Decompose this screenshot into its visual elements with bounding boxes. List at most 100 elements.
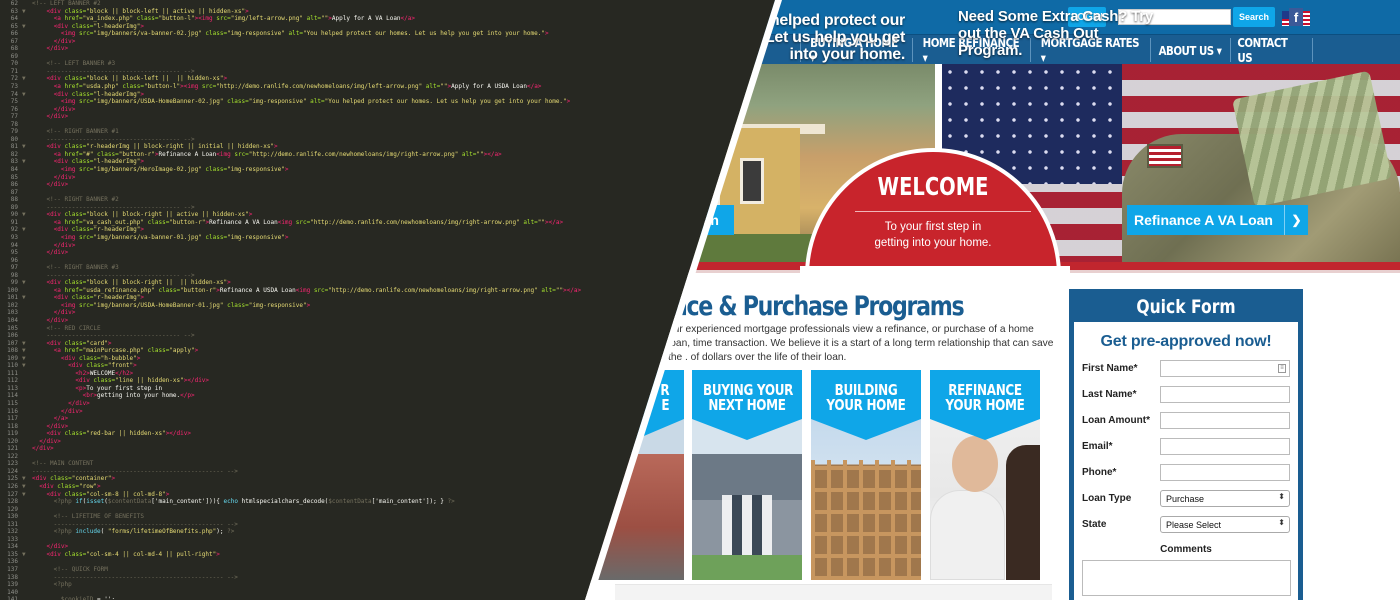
loan-amount-field[interactable] <box>1160 412 1290 429</box>
fold-arrow-icon[interactable]: ▼ <box>22 8 32 16</box>
fold-arrow-icon[interactable]: ▼ <box>22 158 32 166</box>
comments-textarea[interactable] <box>1082 560 1291 596</box>
code-token: > <box>140 158 145 166</box>
line-number: 107 <box>7 339 18 347</box>
code-text: <p>To your first step in <box>32 385 162 393</box>
code-token: <!-- RIGHT BANNER #1 <box>32 128 119 136</box>
code-text: <!-- RED CIRCLE <box>32 325 100 333</box>
code-text: </div> <box>32 181 68 189</box>
code-token: class= <box>64 430 87 438</box>
code-token: class= <box>71 226 94 234</box>
state-value: Please Select <box>1166 519 1222 530</box>
program-card-buying[interactable]: BUYING YOUR NEXT HOME <box>692 370 802 580</box>
code-token: </div> <box>60 407 83 415</box>
program-card-building[interactable]: BUILDING YOUR HOME <box>811 370 921 580</box>
code-token: "img-responsive" <box>227 30 285 38</box>
line-number: 67 <box>10 37 18 45</box>
facebook-icon[interactable]: f <box>1289 8 1303 26</box>
code-token: To your first step in <box>86 384 163 392</box>
woman-figure <box>1006 445 1040 580</box>
code-token: <!-- RIGHT BANNER #2 <box>32 196 119 204</box>
state-select[interactable]: Please Select ⬍ <box>1160 516 1290 533</box>
code-token: "button-r" <box>180 286 217 294</box>
fold-arrow-icon[interactable]: ▼ <box>22 347 32 355</box>
fold-arrow-icon[interactable]: ▼ <box>22 355 32 363</box>
welcome-subtitle-line1: To your first step in <box>884 221 982 233</box>
fold-arrow-icon[interactable]: ▼ <box>22 294 32 302</box>
program-card-refinance[interactable]: REFINANCE YOUR HOME <box>930 370 1040 580</box>
code-token: > <box>140 294 145 302</box>
fold-gutter <box>22 98 32 106</box>
code-token: <div <box>46 7 65 15</box>
search-button[interactable]: Search <box>1233 7 1275 27</box>
autofill-icon[interactable]: ≡ <box>1278 364 1286 373</box>
code-text: <a href="va_cash_out.php" class="button-… <box>32 219 563 227</box>
fold-arrow-icon[interactable]: ▼ <box>22 491 32 499</box>
fold-arrow-icon[interactable]: ▼ <box>22 551 32 559</box>
code-token: "apply" <box>169 347 195 355</box>
fold-arrow-icon[interactable]: ▼ <box>22 75 32 83</box>
welcome-subtitle: To your first step in getting into your … <box>805 219 1061 251</box>
nav-contact-us[interactable]: CONTACT US <box>1237 35 1304 65</box>
phone-field[interactable] <box>1160 464 1290 481</box>
code-token: class= <box>64 7 87 15</box>
fold-arrow-icon[interactable]: ▼ <box>22 211 32 219</box>
code-text: <div class="line || hidden-xs"></div> <box>32 377 209 385</box>
last-name-field[interactable] <box>1160 386 1290 403</box>
fold-arrow-icon[interactable]: ▼ <box>22 279 32 287</box>
code-text: <!-- LIFETIME OF BENEFITS <box>32 513 144 521</box>
code-token: "button-r" <box>118 150 155 158</box>
code-token: getting into your home. <box>97 392 181 400</box>
fold-arrow-icon[interactable]: ▼ <box>22 340 32 348</box>
code-text: <?php include( "forms/lifetimeOfBenefits… <box>32 528 235 536</box>
fold-gutter <box>22 506 32 514</box>
code-token: src= <box>201 83 217 91</box>
code-token: ----------------------------------------… <box>32 520 238 528</box>
code-token: href= <box>64 347 83 355</box>
first-name-field[interactable]: ≡ <box>1160 360 1290 377</box>
code-text: <img src="img/banners/USDA-HomeBanner-01… <box>32 302 310 310</box>
line-number: 93 <box>10 233 18 241</box>
fold-gutter <box>22 249 32 257</box>
fold-arrow-icon[interactable]: ▼ <box>22 23 32 31</box>
code-text: <img src="img/banners/HeroImage-02.jpg" … <box>32 166 289 174</box>
fold-gutter <box>22 566 32 574</box>
nav-about-us[interactable]: ABOUT US ▾ <box>1157 35 1223 65</box>
code-token: alt= <box>537 286 556 294</box>
code-token: class= <box>57 483 79 490</box>
code-text: <div class="l-headerImg"> <box>32 23 144 31</box>
fold-gutter <box>22 574 32 582</box>
refinance-va-loan-button[interactable]: Refinance A VA Loan ❯ <box>1127 205 1308 235</box>
code-token: ></a> <box>545 218 564 226</box>
email-field[interactable] <box>1160 438 1290 455</box>
line-number: 65 <box>10 22 18 30</box>
code-token: <!-- LEFT BANNER #2 <box>32 0 101 7</box>
code-token: class= <box>64 211 87 219</box>
line-number: 91 <box>10 218 18 226</box>
fold-arrow-icon[interactable]: ▼ <box>22 226 32 234</box>
fold-arrow-icon[interactable]: ▼ <box>22 483 32 491</box>
loan-type-select[interactable]: Purchase ⬍ <box>1160 490 1290 507</box>
code-text: </div> <box>32 45 68 53</box>
last-name-label: Last Name* <box>1082 389 1137 400</box>
welcome-divider <box>855 211 1031 212</box>
line-number: 101 <box>7 294 18 302</box>
code-token: <!-- LEFT BANNER #3 <box>32 60 116 68</box>
line-number: 70 <box>10 60 18 68</box>
fold-arrow-icon[interactable]: ▼ <box>22 91 32 99</box>
social-links[interactable]: f <box>1282 8 1310 26</box>
fold-arrow-icon[interactable]: ▼ <box>22 143 32 151</box>
code-token: > <box>245 7 249 15</box>
fold-arrow-icon[interactable]: ▼ <box>22 475 32 483</box>
fold-arrow-icon[interactable]: ▼ <box>22 362 32 370</box>
code-token: <!-- MAIN CONTENT <box>32 460 94 468</box>
